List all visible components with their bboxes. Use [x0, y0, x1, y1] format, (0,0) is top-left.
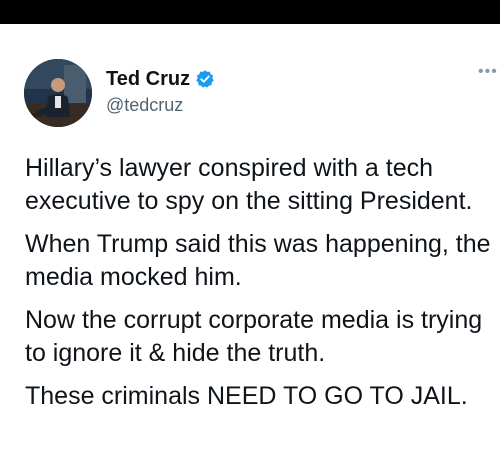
tweet-paragraph: When Trump said this was happening, the …: [25, 230, 491, 291]
more-options-icon[interactable]: •••: [478, 64, 498, 80]
author-name-row[interactable]: Ted Cruz: [106, 66, 215, 92]
tweet-paragraph: Hillary’s lawyer conspired with a tech e…: [25, 154, 473, 215]
avatar-photo: [24, 59, 92, 127]
author-handle[interactable]: @tedcruz: [106, 94, 183, 116]
tweet-card[interactable]: Ted Cruz @tedcruz ••• Hillary’s lawyer c…: [0, 24, 500, 474]
author-display-name[interactable]: Ted Cruz: [106, 67, 190, 91]
verified-badge-icon: [195, 69, 215, 89]
cropped-text-fragment: [78, 0, 168, 4]
avatar[interactable]: [24, 59, 92, 127]
tweet-paragraph: Now the corrupt corporate media is tryin…: [25, 306, 483, 367]
tweet-paragraph: These criminals NEED TO GO TO JAIL.: [25, 382, 468, 410]
tweet-text: Hillary’s lawyer conspired with a tech e…: [25, 152, 495, 423]
top-bar: [0, 0, 500, 24]
